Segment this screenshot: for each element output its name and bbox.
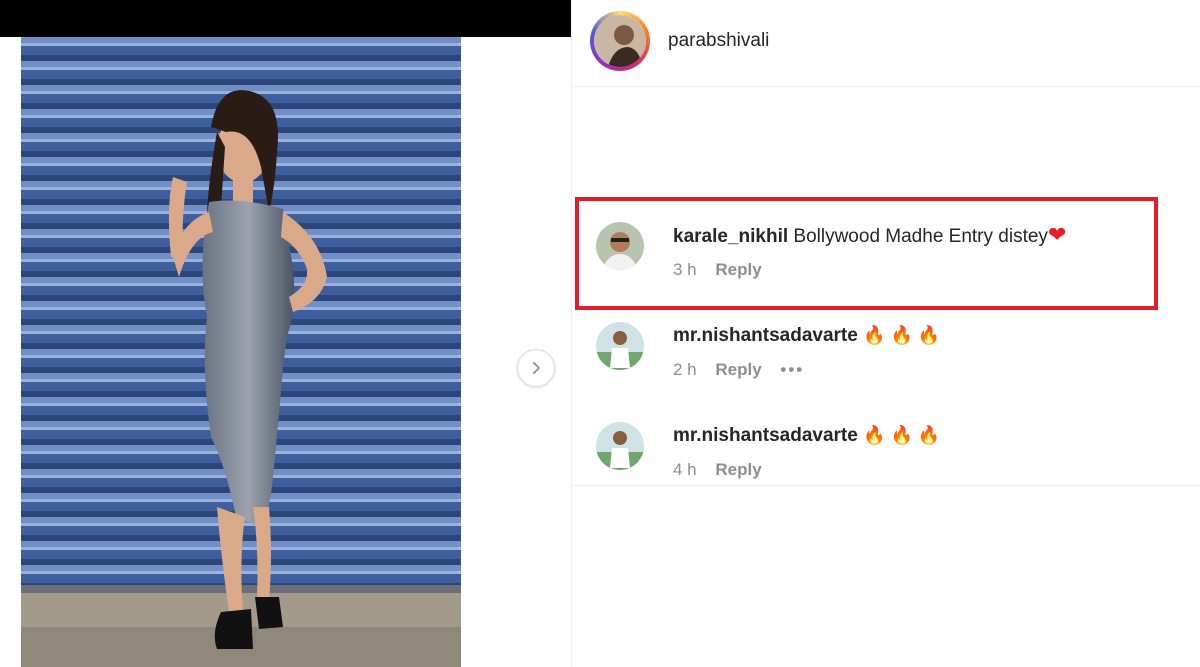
heart-emoji: ❤ [1047, 222, 1067, 247]
comment-username[interactable]: mr.nishantsadavarte [673, 325, 858, 346]
chevron-right-icon [533, 362, 540, 374]
divider [572, 485, 1200, 486]
post-author-username[interactable]: parabshivali [668, 30, 769, 52]
avatar[interactable] [596, 422, 644, 470]
comment-time[interactable]: 3 h [673, 260, 697, 279]
reply-button[interactable]: Reply [715, 460, 761, 479]
comment-highlight-box [575, 197, 1158, 310]
comment-time[interactable]: 2 h [673, 360, 697, 379]
story-ring[interactable] [590, 11, 650, 71]
reply-button[interactable]: Reply [715, 260, 761, 279]
comment-username[interactable]: mr.nishantsadavarte [673, 425, 858, 446]
top-black-bar [0, 0, 572, 37]
next-photo-button[interactable] [517, 349, 555, 387]
fire-emoji: 🔥 🔥 🔥 [863, 325, 941, 345]
panel-divider [571, 0, 572, 667]
post-header: parabshivali [572, 0, 1200, 87]
comment-time[interactable]: 4 h [673, 460, 697, 479]
post-photo [21, 37, 461, 667]
comment-username[interactable]: karale_nikhil [673, 226, 788, 247]
comment-clip: mr.nishantsadavarte 🔥 🔥 🔥 4 h Reply [572, 418, 1200, 484]
reply-button[interactable]: Reply [715, 360, 761, 379]
avatar[interactable] [594, 15, 646, 67]
comment-text: Bollywood Madhe Entry distey [793, 226, 1048, 247]
avatar[interactable] [596, 222, 644, 270]
avatar[interactable] [596, 322, 644, 370]
more-options-icon[interactable]: ••• [780, 360, 804, 379]
fire-emoji: 🔥 🔥 🔥 [863, 425, 941, 445]
